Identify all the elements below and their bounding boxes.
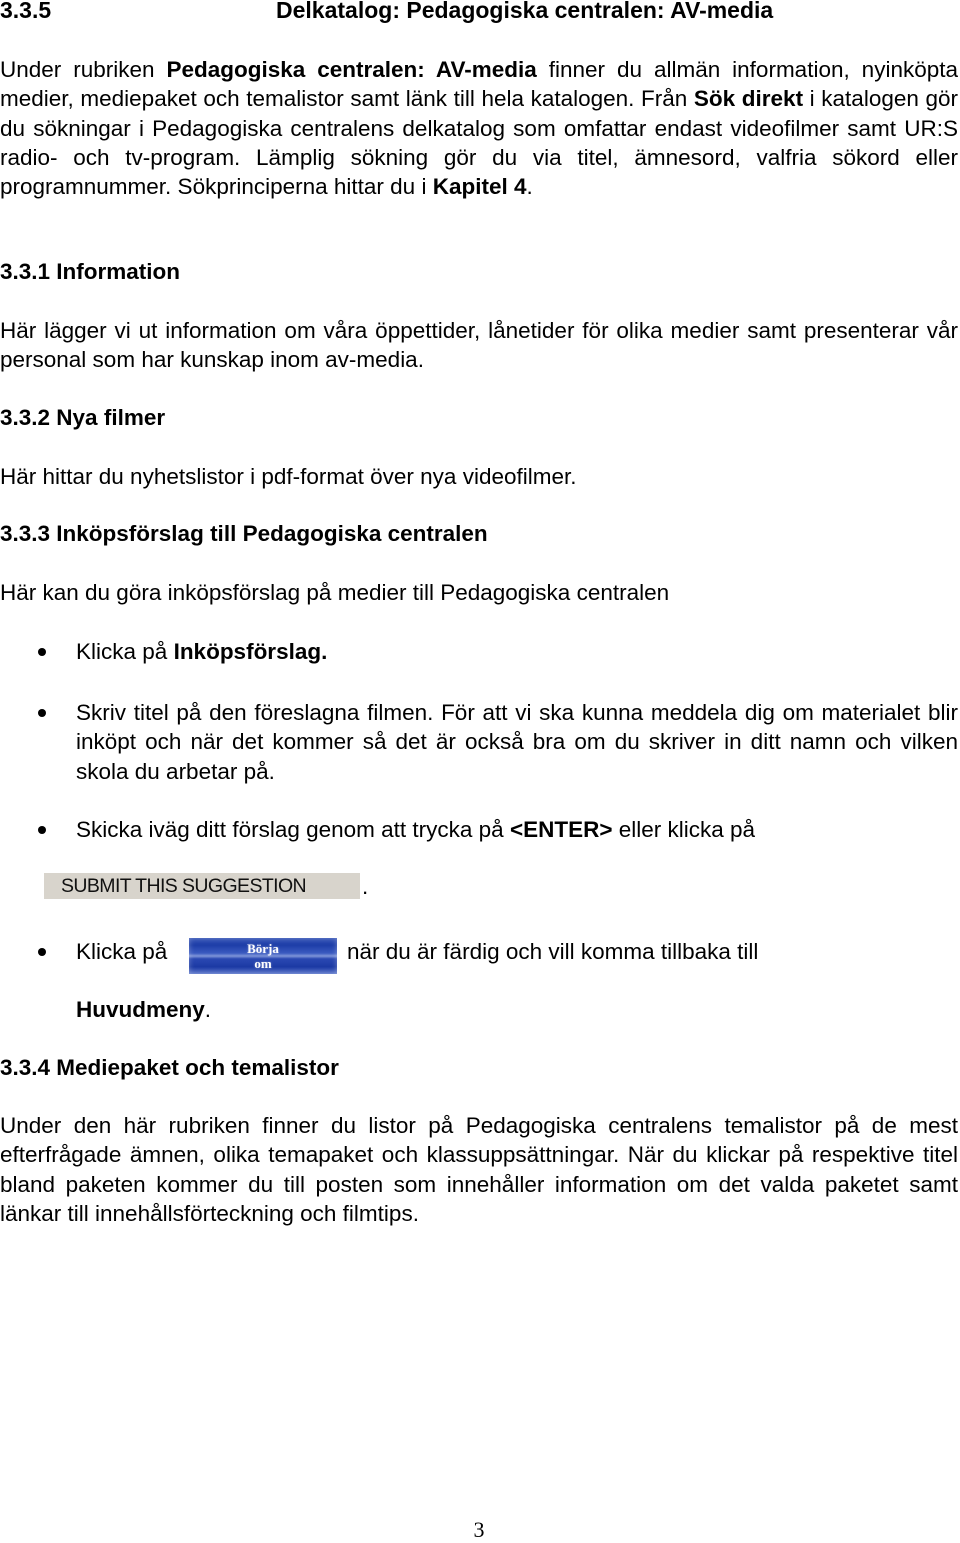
section-heading-inkopsforslag: 3.3.3 Inköpsförslag till Pedagogiska cen… bbox=[0, 521, 488, 546]
heading-title: Delkatalog: Pedagogiska centralen: AV-me… bbox=[276, 0, 774, 23]
bullet-icon bbox=[38, 648, 46, 656]
enter-key-label: <ENTER> bbox=[509, 817, 613, 842]
information-paragraph: Här lägger vi ut information om våra öpp… bbox=[0, 318, 958, 373]
intro-bold-sok-direkt: Sök direkt bbox=[693, 86, 804, 112]
intro-text: Under rubriken bbox=[0, 57, 167, 82]
list-item-text: Klicka på bbox=[76, 939, 168, 964]
section-heading-mediepaket: 3.3.4 Mediepaket och temalistor bbox=[0, 1055, 339, 1080]
page-number: 3 bbox=[473, 1517, 485, 1542]
huvudmeny-line: Huvudmeny. bbox=[76, 995, 876, 1024]
mediepaket-paragraph: Under den här rubriken finner du listor … bbox=[0, 1113, 958, 1226]
list-item-text: Skriv titel på den föreslagna filmen. Fö… bbox=[76, 700, 958, 784]
bullet-icon bbox=[38, 709, 46, 717]
intro-bold-section-name: Pedagogiska centralen: AV-media bbox=[166, 57, 537, 82]
list-item-text: Skicka iväg ditt förslag genom att tryck… bbox=[76, 817, 510, 842]
borja-om-label-line2: om bbox=[254, 956, 272, 971]
list-item-text: Klicka på bbox=[76, 639, 174, 664]
intro-paragraph: Under rubriken Pedagogiska centralen: AV… bbox=[0, 55, 958, 201]
huvudmeny-label: Huvudmeny bbox=[76, 997, 205, 1022]
list-item-text: när du är färdig och vill komma tillbaka… bbox=[347, 939, 759, 964]
borja-om-label-line1: Börja bbox=[247, 941, 279, 956]
inkopsforslag-paragraph: Här kan du göra inköpsförslag på medier … bbox=[0, 580, 670, 605]
submit-button-label: SUBMIT THIS SUGGESTION bbox=[61, 875, 307, 897]
intro-bold-kapitel: Kapitel 4 bbox=[432, 174, 527, 200]
bullet-icon bbox=[38, 948, 46, 956]
submit-trailing-period: . bbox=[362, 874, 369, 899]
section-heading-nya-filmer: 3.3.2 Nya filmer bbox=[0, 405, 166, 430]
list-item-text: eller klicka på bbox=[612, 817, 756, 842]
nya-filmer-paragraph: Här hittar du nyhetslistor i pdf-format … bbox=[0, 464, 577, 489]
heading-number: 3.3.5 bbox=[0, 0, 52, 23]
inkopsforslag-link-label: Inköpsförslag. bbox=[173, 639, 328, 664]
bullet-icon bbox=[38, 826, 46, 834]
list-item-text: . bbox=[204, 997, 212, 1022]
borja-om-button[interactable]: Börja om bbox=[189, 938, 337, 974]
submit-suggestion-button[interactable]: SUBMIT THIS SUGGESTION bbox=[44, 873, 360, 899]
intro-text: . bbox=[526, 174, 533, 200]
section-heading-information: 3.3.1 Information bbox=[0, 259, 181, 284]
